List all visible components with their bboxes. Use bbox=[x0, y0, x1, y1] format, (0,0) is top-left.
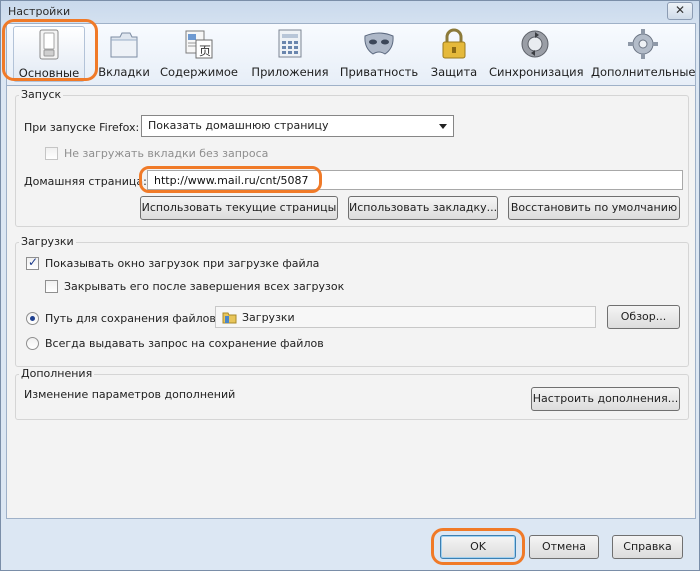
no-load-tabs-checkbox[interactable] bbox=[45, 147, 58, 160]
addons-description: Изменение параметров дополнений bbox=[24, 388, 236, 401]
use-bookmark-button[interactable]: Использовать закладку... bbox=[348, 196, 498, 220]
title-bar: Настройки ✕ bbox=[1, 1, 699, 23]
tab-label: Приложения bbox=[251, 65, 329, 79]
save-path-radio[interactable] bbox=[26, 312, 39, 325]
tab-advanced[interactable]: Дополнительные bbox=[591, 26, 696, 82]
startup-legend: Запуск bbox=[19, 88, 64, 101]
tab-label: Основные bbox=[18, 66, 80, 80]
folder-icon bbox=[222, 312, 237, 324]
chevron-down-icon bbox=[439, 124, 447, 129]
save-path-value: Загрузки bbox=[242, 311, 295, 324]
tab-label: Приватность bbox=[339, 65, 419, 79]
browse-button[interactable]: Обзор... bbox=[607, 305, 680, 329]
tab-content[interactable]: 页 Содержимое bbox=[159, 26, 239, 82]
restore-default-button[interactable]: Восстановить по умолчанию bbox=[508, 196, 680, 220]
switch-icon bbox=[39, 29, 59, 60]
addons-group: Дополнения Изменение параметров дополнен… bbox=[15, 367, 689, 420]
settings-panel: Запуск При запуске Firefox: Показать дом… bbox=[6, 85, 696, 519]
gear-icon bbox=[628, 29, 658, 59]
addons-legend: Дополнения bbox=[19, 367, 95, 380]
lock-icon bbox=[442, 28, 466, 59]
help-button[interactable]: Справка bbox=[612, 535, 683, 559]
close-after-downloads-label: Закрывать его после завершения всех загр… bbox=[64, 280, 345, 293]
tab-label: Синхронизация bbox=[489, 65, 584, 79]
startup-group: Запуск При запуске Firefox: Показать дом… bbox=[15, 88, 689, 227]
applications-icon bbox=[278, 29, 302, 58]
tab-privacy[interactable]: Приватность bbox=[337, 26, 421, 82]
save-path-field: Загрузки bbox=[215, 306, 596, 328]
tabs-icon bbox=[110, 32, 138, 58]
downloads-group: Загрузки Показывать окно загрузок при за… bbox=[15, 235, 689, 367]
window-title: Настройки bbox=[8, 5, 71, 18]
homepage-input[interactable] bbox=[147, 170, 683, 190]
save-path-label: Путь для сохранения файлов bbox=[45, 312, 216, 325]
tab-label: Вкладки bbox=[98, 65, 150, 79]
tab-applications[interactable]: Приложения bbox=[250, 26, 330, 82]
no-load-tabs-label: Не загружать вкладки без запроса bbox=[64, 147, 269, 160]
on-start-select[interactable]: Показать домашнюю страницу bbox=[141, 115, 454, 137]
preferences-window: Настройки ✕ Основные Вкладки 页 Содержимо… bbox=[0, 0, 700, 571]
content-icon: 页 bbox=[185, 30, 213, 59]
tab-security[interactable]: Защита bbox=[427, 26, 481, 82]
configure-addons-button[interactable]: Настроить дополнения... bbox=[531, 387, 680, 411]
downloads-legend: Загрузки bbox=[19, 235, 76, 248]
homepage-label: Домашняя страница: bbox=[24, 175, 147, 188]
tab-sync[interactable]: Синхронизация bbox=[489, 26, 584, 82]
ok-button[interactable]: OK bbox=[440, 535, 516, 559]
use-current-pages-button[interactable]: Использовать текущие страницы bbox=[140, 196, 338, 220]
always-ask-radio[interactable] bbox=[26, 337, 39, 350]
on-start-select-value: Показать домашнюю страницу bbox=[148, 119, 329, 132]
category-toolbar: Основные Вкладки 页 Содержимое Приложения… bbox=[6, 23, 696, 85]
sync-icon bbox=[521, 30, 549, 58]
close-button[interactable]: ✕ bbox=[667, 2, 693, 20]
svg-text:页: 页 bbox=[199, 44, 211, 58]
show-downloads-window-checkbox[interactable] bbox=[26, 255, 39, 270]
on-start-label: При запуске Firefox: bbox=[24, 121, 140, 134]
always-ask-label: Всегда выдавать запрос на сохранение фай… bbox=[45, 337, 324, 350]
tab-tabs[interactable]: Вкладки bbox=[95, 26, 153, 82]
tab-label: Защита bbox=[430, 65, 478, 79]
close-after-downloads-checkbox[interactable] bbox=[45, 280, 58, 293]
tab-general[interactable]: Основные bbox=[13, 26, 85, 82]
show-downloads-window-label: Показывать окно загрузок при загрузке фа… bbox=[45, 257, 320, 270]
mask-icon bbox=[364, 32, 394, 55]
cancel-button[interactable]: Отмена bbox=[529, 535, 599, 559]
tab-label: Содержимое bbox=[159, 65, 238, 79]
tab-label: Дополнительные bbox=[591, 65, 696, 79]
